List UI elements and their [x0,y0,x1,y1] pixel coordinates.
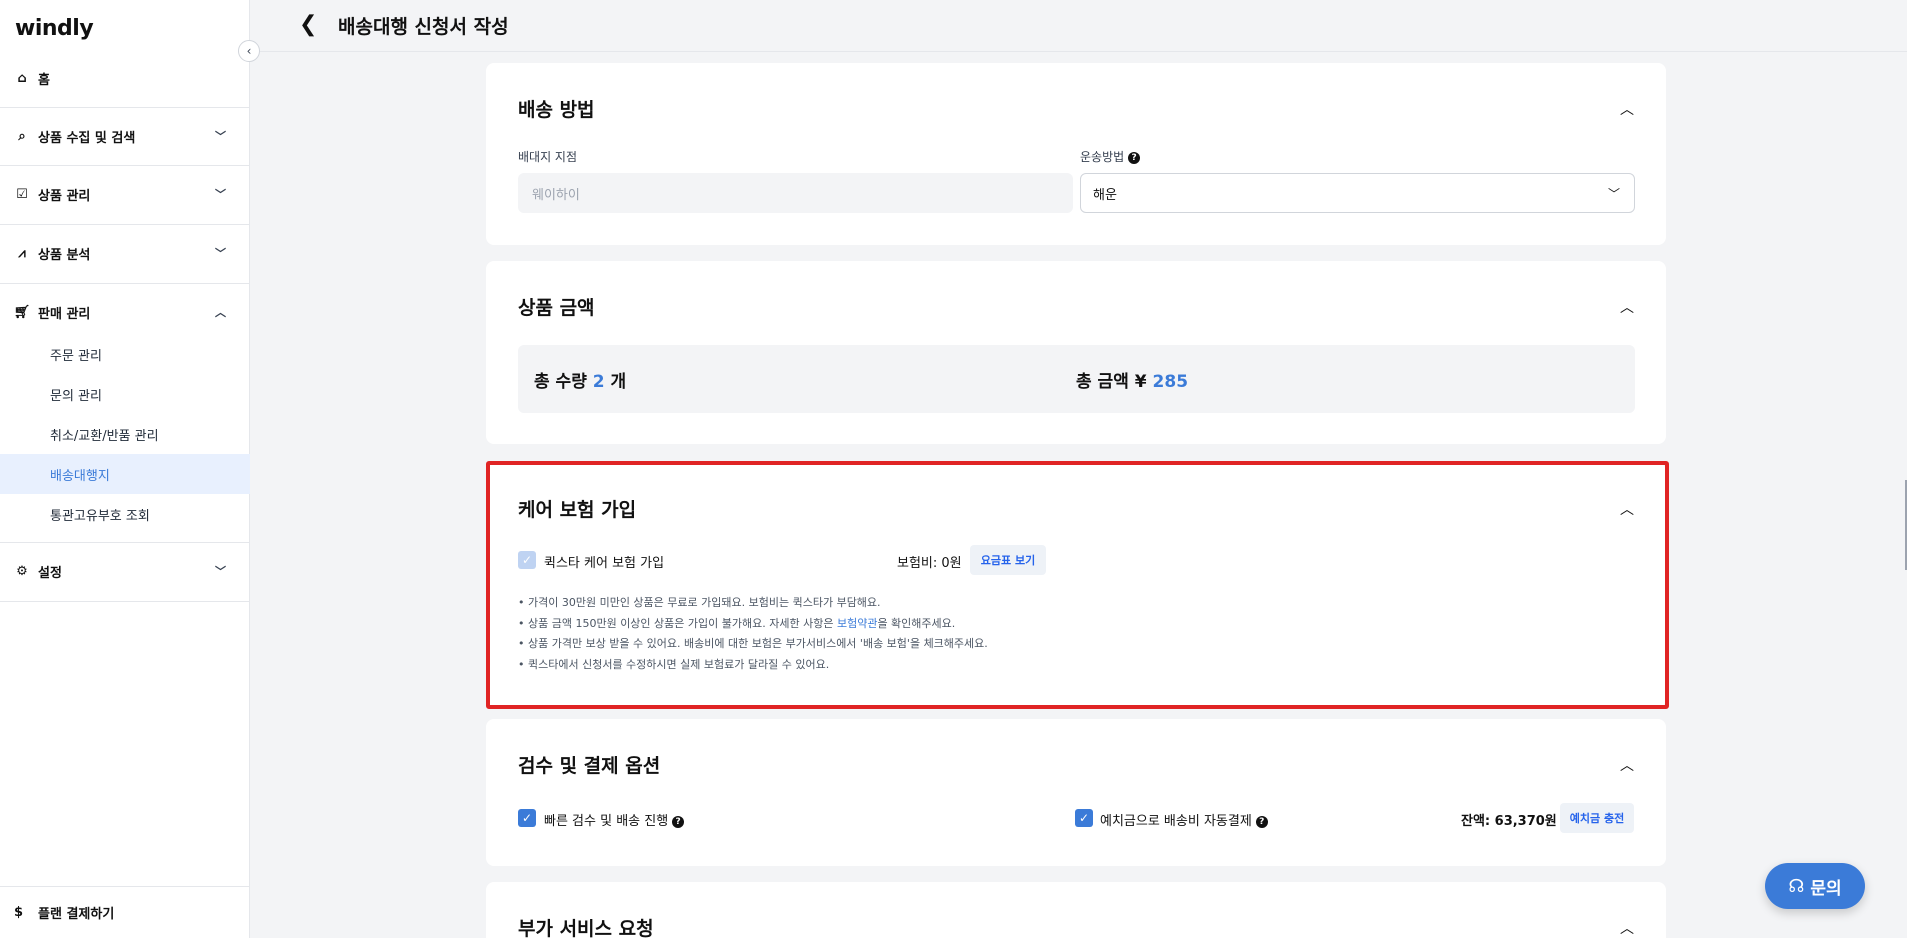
inquiry-label: 문의 [1810,878,1842,899]
sidebar-subitem-forwarding[interactable]: 배송대행지 [0,454,250,494]
chevron-up-icon[interactable]: ︿ [1620,755,1634,775]
chevron-up-icon[interactable]: ︿ [1620,297,1634,317]
deposit-charge-button[interactable]: 예치금 충전 [1560,803,1634,833]
sidebar-subitem-orders[interactable]: 주문 관리 [0,334,250,374]
deposit-balance: 잔액: 63,370원 [1461,814,1557,829]
section-title: 검수 및 결제 옵션 [518,755,661,777]
total-label: 총 금액 [1076,372,1129,392]
sidebar-subitem-inquiries[interactable]: 문의 관리 [0,374,250,414]
shipping-method-select[interactable]: 해운 ﹀ [1080,173,1635,213]
check-icon: ✓ [521,811,533,825]
chevron-down-icon: ﹀ [215,565,226,578]
section-title: 배송 방법 [518,99,595,121]
sidebar-item-label: 설정 [38,565,62,581]
search-icon: ⌕ [18,128,26,144]
fast-inspection-label: 빠른 검수 및 배송 진행 [544,814,669,829]
sidebar-item-home[interactable]: ⌂ 홈 [0,49,250,107]
sidebar-item-product-analysis[interactable]: ⩘ 상품 분석 ﹀ [0,224,250,282]
chevron-down-icon: ﹀ [1607,186,1620,201]
sidebar-item-label: 판매 관리 [38,306,91,322]
chevron-up-icon[interactable]: ︿ [1620,918,1634,938]
plan-payment-button[interactable]: $ 플랜 결제하기 [0,886,250,938]
fast-inspection-label-wrap: 빠른 검수 및 배송 진행? [544,810,685,829]
qty-label: 총 수량 [534,372,587,392]
sidebar-item-label: 상품 관리 [38,188,91,204]
page-title: 배송대행 신청서 작성 [338,16,509,38]
header: ❮ 배송대행 신청서 작성 [251,0,1907,52]
total-amount: 총 금액 ¥ 285 [1076,367,1188,392]
check-icon: ✓ [1078,811,1090,825]
dollar-icon: $ [14,905,24,920]
currency-symbol: ¥ [1134,372,1147,392]
sidebar-item-label: 상품 분석 [38,247,91,263]
method-label-wrap: 운송방법? [1080,148,1141,165]
plan-payment-label: 플랜 결제하기 [38,907,115,922]
qty-unit: 개 [610,372,627,392]
chevron-up-icon[interactable]: ︿ [1620,99,1634,119]
sidebar-item-product-collect[interactable]: ⌕ 상품 수집 및 검색 ﹀ [0,107,250,165]
gear-icon: ⚙︎ [16,563,28,579]
section-title: 부가 서비스 요청 [518,918,654,938]
highlight-box [486,461,1669,709]
auto-pay-checkbox[interactable]: ✓ [1075,809,1093,827]
sidebar-collapse-button[interactable]: ‹ [238,40,260,62]
fast-inspection-checkbox[interactable]: ✓ [518,809,536,827]
chevron-down-icon: ﹀ [215,247,226,260]
qty-value: 2 [592,372,605,392]
divider [0,601,250,602]
extra-services-card: 부가 서비스 요청 ︿ [486,882,1666,938]
help-icon[interactable]: ? [1128,151,1141,164]
help-icon[interactable]: ? [672,815,685,828]
sidebar-item-product-manage[interactable]: ☑ 상품 관리 ﹀ [0,165,250,223]
headset-icon: ☊ [1788,875,1805,897]
sidebar-item-settings[interactable]: ⚙︎ 설정 ﹀ [0,542,250,600]
auto-pay-label-wrap: 예치금으로 배송비 자동결제? [1100,810,1268,829]
chart-icon: ⩘ [18,245,26,261]
inspection-payment-card: 검수 및 결제 옵션 ︿ ✓ 빠른 검수 및 배송 진행? ✓ 예치금으로 배송… [486,719,1666,866]
total-value: 285 [1152,372,1189,392]
sidebar-subitem-returns[interactable]: 취소/교환/반품 관리 [0,414,250,454]
method-label: 운송방법 [1080,150,1125,164]
inquiry-button[interactable]: ☊ 문의 [1765,863,1865,909]
branch-field: 웨이하이 [518,173,1073,213]
home-icon: ⌂ [17,70,27,86]
product-amount-card: 상품 금액 ︿ 총 수량 2 개 총 금액 ¥ 285 [486,261,1666,444]
sidebar: windly ⌂ 홈 ⌕ 상품 수집 및 검색 ﹀ ☑ 상품 관리 ﹀ ⩘ 상품… [0,0,250,938]
checklist-icon: ☑ [16,186,28,202]
chevron-down-icon: ﹀ [215,130,226,143]
total-quantity: 총 수량 2 개 [534,367,626,392]
chevron-up-icon: ︿ [215,306,226,319]
chevron-left-icon: ‹ [246,44,252,58]
help-icon[interactable]: ? [1255,815,1268,828]
branch-label: 배대지 지점 [518,150,578,164]
chevron-down-icon: ﹀ [215,188,226,201]
windly-logo[interactable]: windly [15,16,94,41]
select-value: 해운 [1093,187,1117,203]
shipping-method-card: 배송 방법 ︿ 배대지 지점 웨이하이 운송방법? 해운 ﹀ [486,63,1666,245]
sidebar-item-label: 상품 수집 및 검색 [38,130,136,146]
auto-pay-label: 예치금으로 배송비 자동결제 [1100,814,1252,829]
sidebar-subitem-customs-code[interactable]: 통관고유부호 조회 [0,494,250,534]
sidebar-item-sales-manage[interactable]: 🛒︎ 판매 관리 ︿ [0,283,250,341]
cart-icon: 🛒︎ [13,304,31,320]
back-arrow-icon[interactable]: ❮ [299,12,317,37]
sidebar-item-label: 홈 [38,72,50,88]
amount-summary: 총 수량 2 개 총 금액 ¥ 285 [518,345,1635,413]
section-title: 상품 금액 [518,297,595,319]
